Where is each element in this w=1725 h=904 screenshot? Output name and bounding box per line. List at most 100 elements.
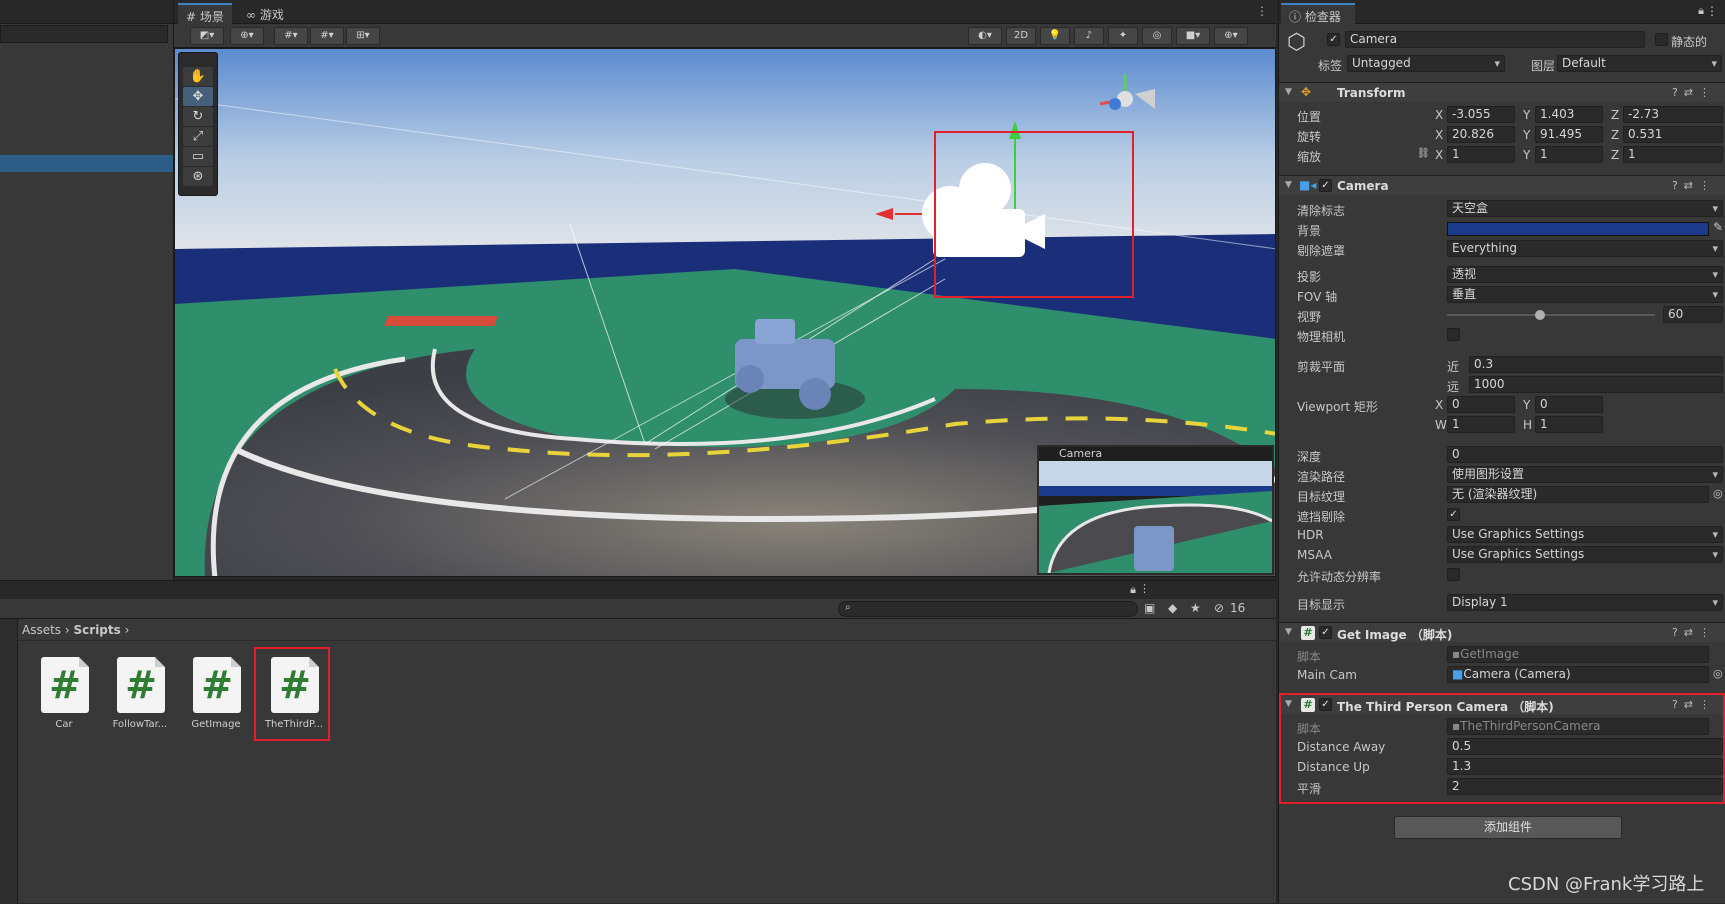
asset-getimage[interactable]: # GetImage bbox=[178, 653, 254, 741]
object-picker-icon[interactable]: ◎ bbox=[1713, 667, 1723, 680]
fov-field[interactable]: 60 bbox=[1663, 306, 1723, 323]
add-component-button[interactable]: 添加组件 bbox=[1394, 816, 1622, 839]
fov-axis-dropdown[interactable]: 垂直 bbox=[1447, 286, 1723, 303]
hierarchy-search-input[interactable] bbox=[0, 25, 168, 43]
tab-game-label: 游戏 bbox=[259, 8, 284, 22]
project-search-input[interactable]: ⌕ bbox=[838, 601, 1138, 617]
near-field[interactable]: 0.3 bbox=[1469, 356, 1723, 373]
far-field[interactable]: 1000 bbox=[1469, 376, 1723, 393]
more-icon[interactable]: ⋮ bbox=[1256, 4, 1268, 18]
snap-increment-button[interactable]: #▾ bbox=[310, 27, 344, 45]
rect-tool-icon[interactable]: ▭ bbox=[183, 147, 213, 166]
render-path-dropdown[interactable]: 使用图形设置 bbox=[1447, 466, 1723, 483]
effects-icon[interactable]: ✦ bbox=[1108, 27, 1138, 45]
occlusion-culling-checkbox[interactable]: ✓ bbox=[1447, 508, 1460, 521]
projection-dropdown[interactable]: 透视 bbox=[1447, 266, 1723, 283]
asset-thethirdpersoncamera[interactable]: # TheThirdP... bbox=[254, 647, 330, 741]
scale-x-field[interactable]: 1 bbox=[1447, 146, 1515, 163]
filter-type-icon[interactable]: ▣ bbox=[1144, 601, 1155, 615]
transform-header[interactable]: ▼ ✥ Transform ?⇄⋮ bbox=[1279, 82, 1725, 102]
fold-arrow-icon[interactable]: ▼ bbox=[1285, 180, 1292, 190]
tab-scene[interactable]: # 场景 bbox=[178, 3, 232, 24]
object-picker-icon[interactable]: ◎ bbox=[1713, 487, 1723, 500]
msaa-dropdown[interactable]: Use Graphics Settings bbox=[1447, 546, 1723, 563]
far-label: 远 bbox=[1447, 380, 1460, 394]
fov-slider-handle[interactable] bbox=[1535, 310, 1545, 320]
fold-arrow-icon[interactable]: ▼ bbox=[1285, 87, 1292, 97]
viewport-x-field[interactable]: 0 bbox=[1447, 396, 1515, 413]
object-name-field[interactable]: Camera bbox=[1345, 31, 1645, 48]
fold-arrow-icon[interactable]: ▼ bbox=[1285, 627, 1292, 637]
hidden-count-icon[interactable]: ⊘ bbox=[1214, 601, 1224, 615]
transform-tool-icon[interactable]: ⊛ bbox=[183, 167, 213, 186]
hdr-dropdown[interactable]: Use Graphics Settings bbox=[1447, 526, 1723, 543]
fov-slider-track[interactable] bbox=[1447, 314, 1655, 316]
dynamic-resolution-checkbox[interactable] bbox=[1447, 568, 1460, 581]
filter-label-icon[interactable]: ◆ bbox=[1168, 601, 1177, 615]
global-button[interactable]: ⊕▾ bbox=[230, 27, 264, 45]
breadcrumb-assets[interactable]: Assets bbox=[22, 623, 61, 637]
static-checkbox[interactable] bbox=[1655, 33, 1668, 46]
tag-dropdown[interactable]: Untagged bbox=[1347, 55, 1505, 72]
gizmos-icon[interactable]: ⊕▾ bbox=[1214, 27, 1248, 45]
hierarchy-selected-row[interactable] bbox=[0, 155, 173, 172]
move-tool-icon[interactable]: ✥ bbox=[183, 87, 213, 106]
background-color-swatch[interactable] bbox=[1447, 222, 1709, 236]
draw-mode-button[interactable]: ◩▾ bbox=[190, 27, 224, 45]
viewport-w-field[interactable]: 1 bbox=[1447, 416, 1515, 433]
camera-preview-render bbox=[1039, 461, 1272, 573]
favorite-icon[interactable]: ★ bbox=[1190, 601, 1201, 615]
transform-title: Transform bbox=[1337, 86, 1406, 100]
clear-flags-dropdown[interactable]: 天空盒 bbox=[1447, 200, 1723, 217]
depth-field[interactable]: 0 bbox=[1447, 446, 1723, 463]
lock-icon[interactable]: 🔒︎ bbox=[1130, 583, 1136, 597]
more-icon[interactable]: ⋮ bbox=[1139, 582, 1150, 595]
scale-z-field[interactable]: 1 bbox=[1623, 146, 1723, 163]
more-icon[interactable]: ⋮ bbox=[1706, 4, 1718, 18]
hand-tool-icon[interactable]: ✋ bbox=[183, 67, 213, 86]
component-menu-icons[interactable]: ?⇄⋮ bbox=[1672, 626, 1716, 639]
position-y-field[interactable]: 1.403 bbox=[1535, 106, 1603, 123]
physical-camera-checkbox[interactable] bbox=[1447, 328, 1460, 341]
tab-game[interactable]: ∞ 游戏 bbox=[238, 3, 292, 24]
align-button[interactable]: ⊞▾ bbox=[346, 27, 380, 45]
breadcrumb-scripts[interactable]: Scripts bbox=[74, 623, 121, 637]
viewport-y-field[interactable]: 0 bbox=[1535, 396, 1603, 413]
asset-car[interactable]: # Car bbox=[26, 653, 102, 741]
rotation-z-field[interactable]: 0.531 bbox=[1623, 126, 1723, 143]
camera-enabled-checkbox[interactable]: ✓ bbox=[1319, 179, 1332, 192]
link-icon[interactable]: ⛓ bbox=[1417, 148, 1430, 159]
rotation-x-field[interactable]: 20.826 bbox=[1447, 126, 1515, 143]
main-cam-field[interactable]: ■Camera (Camera) bbox=[1447, 666, 1709, 683]
camera-settings-icon[interactable]: ■▾ bbox=[1176, 27, 1210, 45]
camera-component-header[interactable]: ▼ ■◂ ✓ Camera ?⇄⋮ bbox=[1279, 175, 1725, 195]
get-image-enabled-checkbox[interactable]: ✓ bbox=[1319, 626, 1332, 639]
hierarchy-panel bbox=[0, 0, 174, 580]
rotation-y-field[interactable]: 91.495 bbox=[1535, 126, 1603, 143]
shading-button[interactable]: ◐▾ bbox=[968, 27, 1002, 45]
asset-label: FollowTar... bbox=[112, 719, 168, 730]
rotate-tool-icon[interactable]: ↻ bbox=[183, 107, 213, 126]
2d-toggle[interactable]: 2D bbox=[1006, 27, 1036, 45]
layer-dropdown[interactable]: Default bbox=[1557, 55, 1722, 72]
visibility-icon[interactable]: ◎ bbox=[1142, 27, 1172, 45]
culling-mask-dropdown[interactable]: Everything bbox=[1447, 240, 1723, 257]
target-display-dropdown[interactable]: Display 1 bbox=[1447, 594, 1723, 611]
lighting-icon[interactable]: 💡 bbox=[1040, 27, 1070, 45]
scale-tool-icon[interactable]: ⤢ bbox=[183, 127, 213, 146]
eyedropper-icon[interactable]: ✎ bbox=[1713, 220, 1723, 234]
tab-inspector[interactable]: ⓘ 检查器 bbox=[1281, 3, 1355, 24]
scale-y-field[interactable]: 1 bbox=[1535, 146, 1603, 163]
component-menu-icons[interactable]: ?⇄⋮ bbox=[1672, 179, 1716, 192]
position-z-field[interactable]: -2.73 bbox=[1623, 106, 1723, 123]
position-x-field[interactable]: -3.055 bbox=[1447, 106, 1515, 123]
target-texture-field[interactable]: 无 (渲染器纹理) bbox=[1447, 486, 1709, 503]
viewport-h-field[interactable]: 1 bbox=[1535, 416, 1603, 433]
get-image-header[interactable]: ▼ # ✓ Get Image （脚本) ?⇄⋮ bbox=[1279, 622, 1725, 642]
audio-icon[interactable]: ♪ bbox=[1074, 27, 1104, 45]
asset-followtarget[interactable]: # FollowTar... bbox=[102, 653, 178, 741]
component-menu-icons[interactable]: ?⇄⋮ bbox=[1672, 86, 1716, 99]
grid-snap-button[interactable]: #▾ bbox=[274, 27, 308, 45]
lock-icon[interactable]: 🔒︎ bbox=[1698, 4, 1704, 18]
active-checkbox[interactable]: ✓ bbox=[1327, 33, 1340, 46]
